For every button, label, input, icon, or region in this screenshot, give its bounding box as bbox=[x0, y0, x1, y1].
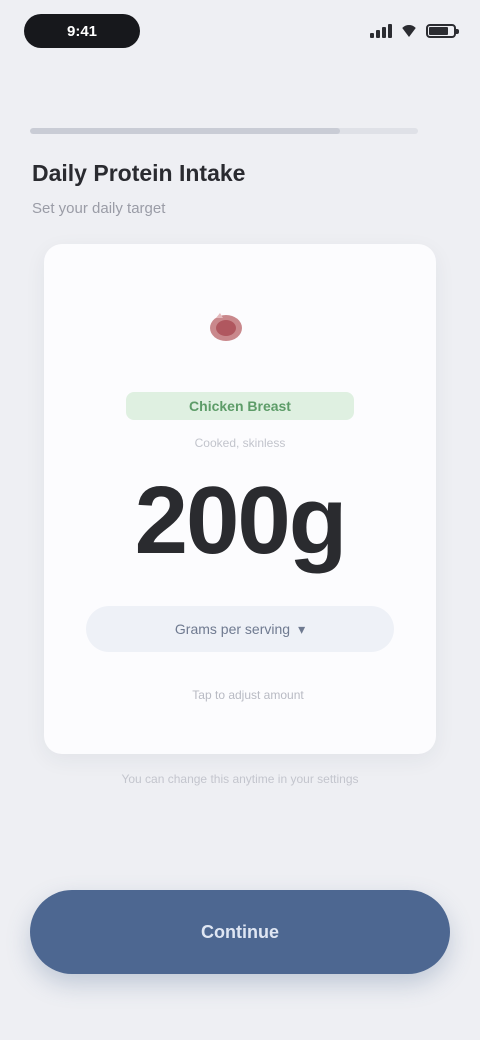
status-time: 9:41 bbox=[24, 14, 140, 48]
card-note: Tap to adjust amount bbox=[192, 688, 304, 702]
page-subtitle: Set your daily target bbox=[32, 200, 166, 217]
unit-selector-label: Grams per serving bbox=[174, 621, 291, 637]
food-tag: Chicken Breast bbox=[126, 392, 354, 420]
battery-icon bbox=[426, 24, 459, 38]
chevron-down-icon: ▾ bbox=[298, 620, 306, 637]
footnote: You can change this anytime in your sett… bbox=[121, 772, 359, 786]
progress-fill bbox=[30, 128, 341, 134]
signal-icon bbox=[370, 24, 392, 38]
onboarding-progress-bar bbox=[30, 128, 418, 134]
status-icons bbox=[370, 24, 459, 38]
wifi-icon bbox=[400, 25, 418, 37]
food-caption: Cooked, skinless bbox=[194, 436, 286, 450]
status-bar: 9:41 bbox=[24, 14, 459, 48]
amount-value[interactable]: 200g bbox=[44, 466, 436, 576]
meat-icon bbox=[210, 313, 242, 341]
page-title: Daily Protein Intake bbox=[32, 160, 246, 186]
continue-button[interactable]: Continue bbox=[30, 890, 450, 974]
unit-selector[interactable]: Grams per serving ▾ bbox=[86, 606, 394, 652]
